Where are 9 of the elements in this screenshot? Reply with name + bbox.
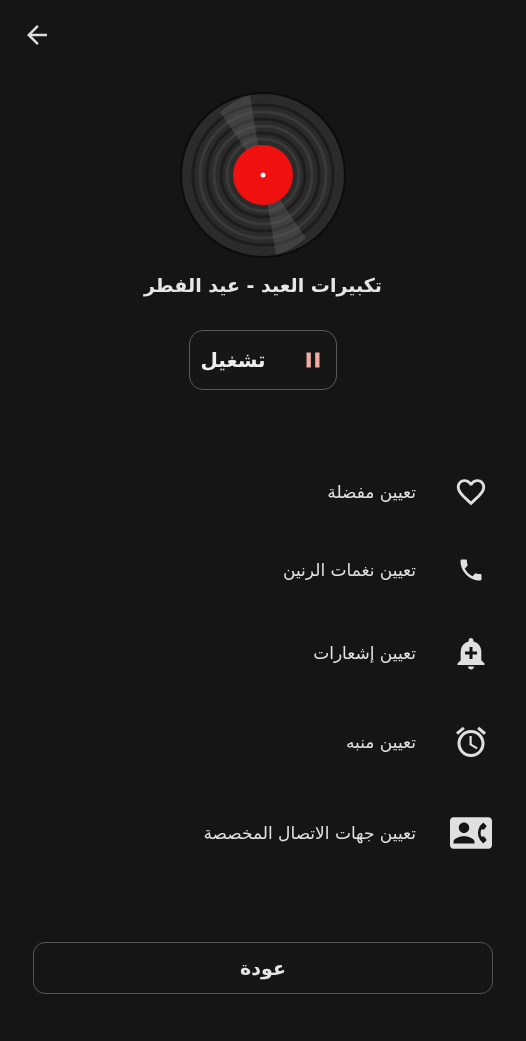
option-label[interactable]: تعيين منبه [345,732,416,752]
vinyl-record-icon [180,92,346,258]
option-label[interactable]: تعيين جهات الاتصال المخصصة [203,823,416,843]
option-label[interactable]: تعيين إشعارات [313,643,416,663]
option-label[interactable]: تعيين نغمات الرنين [283,560,416,580]
play-button[interactable]: تشغيل [189,330,337,390]
option-label[interactable]: تعيين مفضلة [327,482,416,502]
back-button[interactable]: عودة [33,942,493,994]
track-title: تكبيرات العيد - عيد الفطر [144,274,382,296]
